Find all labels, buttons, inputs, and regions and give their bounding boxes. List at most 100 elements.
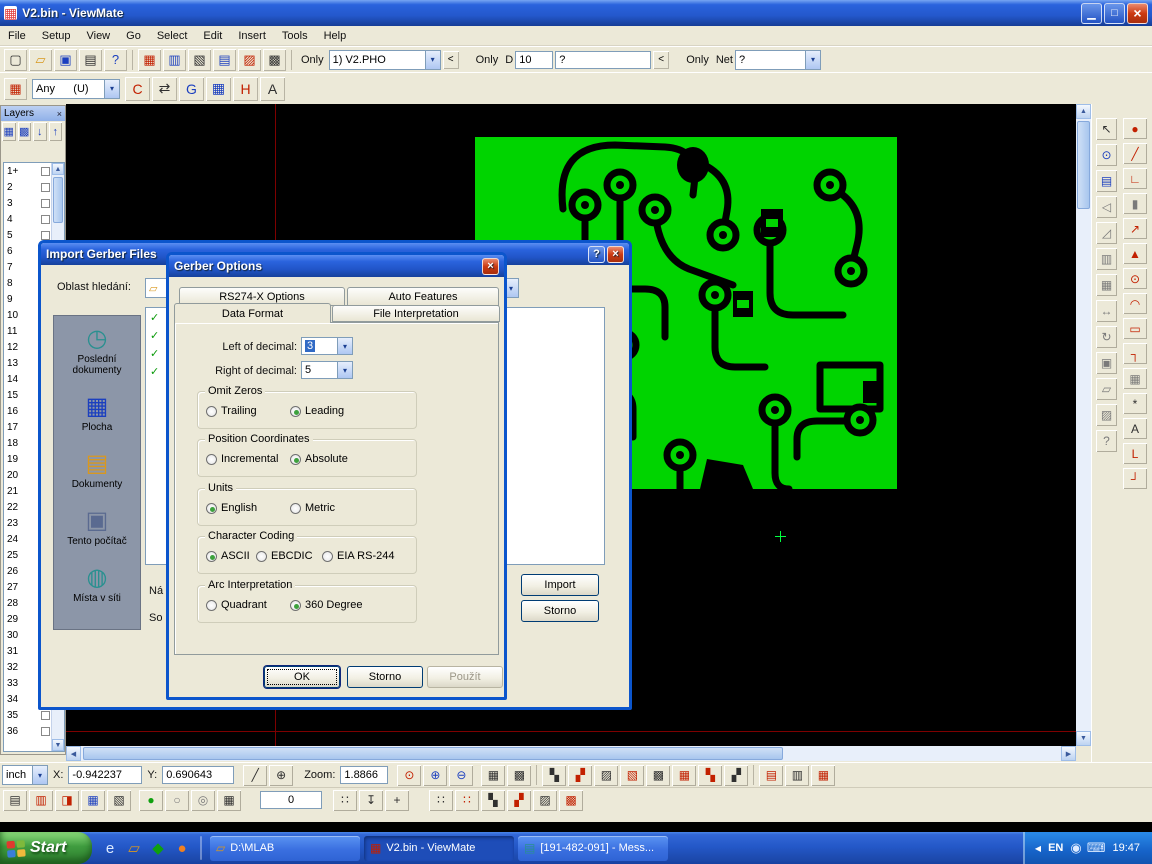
horizontal-scrollbar[interactable]: ◀ ▶ bbox=[66, 746, 1076, 761]
pad-tool-icon[interactable]: ● bbox=[1123, 118, 1147, 139]
corner-tool-icon[interactable]: ┐ bbox=[1123, 343, 1147, 364]
select-holes-icon[interactable]: ▞ bbox=[507, 790, 531, 811]
layer-visibility-checkbox[interactable] bbox=[41, 183, 50, 192]
select-pads-icon[interactable]: ∷ bbox=[429, 790, 453, 811]
scroll-up-button[interactable]: ▲ bbox=[52, 163, 64, 175]
tray-collapse-icon[interactable]: ◀ bbox=[1035, 844, 1041, 853]
polyline-tool-icon[interactable]: ∟ bbox=[1123, 168, 1147, 189]
elbow-tool-icon[interactable]: ┘ bbox=[1123, 468, 1147, 489]
left-of-decimal-dropdown[interactable]: 3 ▾ bbox=[301, 337, 353, 355]
import-button[interactable]: Import bbox=[521, 574, 599, 596]
scroll-thumb[interactable] bbox=[1077, 121, 1090, 209]
text-select-icon[interactable]: A bbox=[260, 77, 285, 101]
fill-icon[interactable]: ▨ bbox=[1096, 404, 1117, 426]
task-viewmate[interactable]: ▦ V2.bin - ViewMate bbox=[364, 836, 514, 861]
title-bar[interactable]: ▦ V2.bin - ViewMate ▁ □ × bbox=[0, 0, 1152, 26]
zoom-out-icon[interactable]: ⊖ bbox=[449, 765, 473, 786]
place-recent-documents[interactable]: ◷ Poslední dokumenty bbox=[54, 326, 140, 376]
active-file-dropdown[interactable]: 1) V2.PHO ▾ bbox=[329, 50, 441, 70]
scroll-thumb[interactable] bbox=[83, 747, 783, 760]
grid-count-field[interactable]: 0 bbox=[260, 791, 322, 809]
language-indicator[interactable]: EN bbox=[1048, 842, 1063, 854]
dropdown-arrow-icon[interactable]: ▾ bbox=[337, 338, 352, 354]
select-cursor-icon[interactable]: ↖ bbox=[1096, 118, 1117, 140]
radio-leading[interactable]: Leading bbox=[290, 405, 344, 417]
tab-file-interpretation[interactable]: File Interpretation bbox=[332, 305, 500, 322]
only-net-toggle[interactable]: Only bbox=[686, 54, 709, 66]
layer-visibility-checkbox[interactable] bbox=[41, 199, 50, 208]
scroll-down-button[interactable]: ▼ bbox=[1076, 731, 1091, 746]
layer-row[interactable]: 1+ bbox=[4, 163, 52, 179]
erase-icon[interactable]: ▱ bbox=[1096, 378, 1117, 400]
gerber-g-icon[interactable]: G bbox=[179, 77, 204, 101]
arc-tool-icon[interactable]: ◠ bbox=[1123, 293, 1147, 314]
only-dcode-toggle[interactable]: Only bbox=[476, 54, 499, 66]
mirror-icon[interactable]: ◁ bbox=[1096, 196, 1117, 218]
measure-icon[interactable]: ◿ bbox=[1096, 222, 1117, 244]
scroll-right-button[interactable]: ▶ bbox=[1061, 746, 1076, 761]
layers-panel-header[interactable]: Layers × bbox=[1, 106, 65, 121]
board-view-icon[interactable]: ▤ bbox=[3, 790, 27, 811]
select-text-icon[interactable]: ▨ bbox=[533, 790, 557, 811]
radio-ascii[interactable]: ASCII bbox=[206, 550, 250, 562]
minimize-button[interactable]: ▁ bbox=[1081, 3, 1102, 24]
select-all-icon[interactable]: ▩ bbox=[559, 790, 583, 811]
zoom-in-icon[interactable]: ⊕ bbox=[423, 765, 447, 786]
layer-grid-icon[interactable]: ▤ bbox=[1096, 170, 1117, 192]
rect-tool-icon[interactable]: ▭ bbox=[1123, 318, 1147, 339]
online-status-icon[interactable]: ● bbox=[139, 790, 163, 811]
radio-trailing[interactable]: Trailing bbox=[206, 405, 257, 417]
start-button[interactable]: Start bbox=[0, 832, 92, 864]
fill-view-icon[interactable]: ▦ bbox=[811, 765, 835, 786]
grid-tool-icon[interactable]: ▦ bbox=[206, 77, 231, 101]
anchor-icon[interactable]: ↧ bbox=[359, 790, 383, 811]
menu-item[interactable]: Select bbox=[149, 27, 196, 45]
radio-eia-rs244[interactable]: EIA RS-244 bbox=[322, 550, 394, 562]
snap-point-icon[interactable]: + bbox=[385, 790, 409, 811]
query-icon[interactable]: ? bbox=[1096, 430, 1117, 452]
split-view-icon[interactable]: ◨ bbox=[55, 790, 79, 811]
close-button[interactable]: × bbox=[1127, 3, 1148, 24]
keyboard-layout-icon[interactable]: ⌨ bbox=[1087, 840, 1106, 856]
layer-row[interactable]: 3 bbox=[4, 195, 52, 211]
diagonal-measure-icon[interactable]: ╱ bbox=[243, 765, 267, 786]
menu-item[interactable]: File bbox=[0, 27, 34, 45]
explorer-icon[interactable]: ▱ bbox=[124, 839, 144, 857]
lamp-off-icon[interactable]: ○ bbox=[165, 790, 189, 811]
layer-visibility-checkbox[interactable] bbox=[41, 727, 50, 736]
dropdown-arrow-icon[interactable]: ▾ bbox=[425, 51, 440, 69]
film-view-icon[interactable]: ▧ bbox=[107, 790, 131, 811]
ok-button[interactable]: OK bbox=[264, 666, 340, 688]
radio-absolute[interactable]: Absolute bbox=[290, 453, 348, 465]
context-help-icon[interactable]: ? bbox=[104, 49, 127, 71]
dialog-close-button[interactable]: × bbox=[607, 246, 624, 263]
grid-style-icon[interactable]: ▦ bbox=[217, 790, 241, 811]
menu-item[interactable]: Setup bbox=[34, 27, 79, 45]
sketch-view-icon[interactable]: ▤ bbox=[759, 765, 783, 786]
menu-item[interactable]: Tools bbox=[274, 27, 316, 45]
import-cancel-button[interactable]: Storno bbox=[521, 600, 599, 622]
layer-colors-icon[interactable]: ▩ bbox=[18, 122, 32, 141]
pos-view-icon[interactable]: ▩ bbox=[646, 765, 670, 786]
layer-row[interactable]: 36 bbox=[4, 723, 52, 739]
radio-ebcdic[interactable]: EBCDIC bbox=[256, 550, 313, 562]
swap-layers-icon[interactable]: ⇄ bbox=[152, 77, 177, 101]
mix-view-icon[interactable]: ▚ bbox=[698, 765, 722, 786]
radio-incremental[interactable]: Incremental bbox=[206, 453, 278, 465]
quad-view-icon[interactable]: ▦ bbox=[81, 790, 105, 811]
move-layer-down-icon[interactable]: ↓ bbox=[33, 122, 47, 141]
save-icon[interactable]: ▣ bbox=[54, 49, 77, 71]
pad-view-icon[interactable]: ▚ bbox=[542, 765, 566, 786]
place-network[interactable]: ◍ Místa v síti bbox=[54, 565, 140, 604]
dropdown-arrow-icon[interactable]: ▾ bbox=[104, 80, 119, 98]
cancel-button[interactable]: Storno bbox=[347, 666, 423, 688]
vertical-scrollbar[interactable]: ▲ ▼ bbox=[1076, 104, 1091, 746]
dialog-help-button[interactable]: ? bbox=[588, 246, 605, 263]
scroll-down-button[interactable]: ▼ bbox=[52, 739, 64, 751]
place-my-computer[interactable]: ▣ Tento počítač bbox=[54, 508, 140, 547]
filled-rect-tool-icon[interactable]: ▮ bbox=[1123, 193, 1147, 214]
any-filter-dropdown[interactable]: Any (U) ▾ bbox=[32, 79, 120, 99]
text-tool-icon[interactable]: A bbox=[1123, 418, 1147, 439]
place-documents[interactable]: ▤ Dokumenty bbox=[54, 451, 140, 490]
close-panel-icon[interactable]: × bbox=[57, 109, 62, 119]
